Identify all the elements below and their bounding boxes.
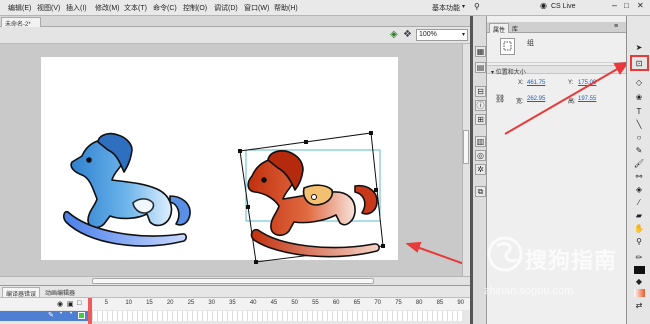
layer-visible-dot[interactable]: • bbox=[60, 311, 62, 317]
frame-number: 80 bbox=[415, 300, 423, 306]
frame-number: 40 bbox=[249, 300, 257, 306]
frame-number: 25 bbox=[187, 300, 195, 306]
frame-number: 90 bbox=[457, 300, 465, 306]
maximize-icon[interactable]: □ bbox=[624, 1, 629, 10]
eraser-tool-icon[interactable]: ▰ bbox=[632, 210, 646, 221]
close-icon[interactable]: ✕ bbox=[637, 1, 644, 10]
eyedropper-tool-icon[interactable]: ⁄ bbox=[632, 197, 646, 208]
frame-number: 70 bbox=[374, 300, 382, 306]
paint-bucket-tool-icon[interactable]: ◈ bbox=[632, 184, 646, 195]
frame-number: 85 bbox=[436, 300, 444, 306]
pencil-tool-icon[interactable]: ✎ bbox=[632, 145, 646, 156]
frame-number: 35 bbox=[229, 300, 236, 306]
horse-red[interactable] bbox=[247, 150, 380, 258]
frame-number: 65 bbox=[353, 300, 361, 306]
swatches-icon[interactable]: ▤ bbox=[475, 62, 486, 73]
frame-number: 55 bbox=[312, 300, 319, 306]
transform-icon[interactable]: ⊞ bbox=[475, 114, 486, 125]
playhead[interactable] bbox=[88, 298, 92, 324]
motion-presets-icon[interactable]: ▥ bbox=[475, 136, 486, 147]
highlight-box bbox=[630, 55, 649, 71]
info-icon[interactable]: ⓘ bbox=[475, 100, 486, 111]
horse-blue[interactable] bbox=[63, 132, 191, 247]
layer-outline-swatch[interactable] bbox=[78, 312, 85, 319]
stage-artwork bbox=[63, 131, 470, 267]
horizontal-scroll-thumb[interactable] bbox=[92, 278, 374, 284]
cs-live-label[interactable]: CS Live bbox=[551, 3, 576, 10]
frame-number: 20 bbox=[166, 300, 174, 306]
swap-colors-icon[interactable]: ⇄ bbox=[632, 300, 646, 311]
frame-strip[interactable] bbox=[88, 311, 462, 321]
oval-tool-icon[interactable]: ○ bbox=[632, 132, 646, 143]
frame-number: 45 bbox=[270, 300, 278, 306]
pencil-icon: ✎ bbox=[48, 312, 54, 319]
frame-number: 15 bbox=[146, 300, 153, 306]
outline-icon[interactable]: □ bbox=[77, 300, 81, 307]
frame-number: 50 bbox=[291, 300, 299, 306]
search-icon[interactable]: ⚲ bbox=[474, 2, 480, 11]
frame-number: 75 bbox=[395, 300, 402, 306]
color-panel-icon[interactable]: ▦ bbox=[475, 46, 486, 57]
frame-number: 5 bbox=[104, 300, 108, 306]
frame-number: 60 bbox=[332, 300, 340, 306]
align-icon[interactable]: ⊟ bbox=[475, 86, 486, 97]
eye-icon[interactable]: ◉ bbox=[57, 300, 63, 308]
cslive-icon: ◉ bbox=[540, 1, 547, 10]
code-snippets-icon[interactable]: ◎ bbox=[475, 150, 486, 161]
gradient-transform-tool-icon[interactable]: ◇ bbox=[632, 77, 646, 88]
components-icon[interactable]: ✲ bbox=[475, 164, 486, 175]
bone-tool-icon[interactable]: ⚯ bbox=[632, 171, 646, 182]
vertical-scroll-thumb[interactable] bbox=[463, 130, 469, 164]
tab-compiler-errors[interactable]: 编译器错误 bbox=[2, 287, 41, 298]
layer-row[interactable]: ✎ • • bbox=[0, 311, 88, 321]
frame-number: 30 bbox=[208, 300, 216, 306]
line-tool-icon[interactable]: ╲ bbox=[632, 119, 646, 130]
layer-lock-dot[interactable]: • bbox=[70, 311, 72, 317]
watermark-url: zhinan.sogou.com bbox=[484, 285, 574, 297]
selection-tool-icon[interactable]: ➤ bbox=[632, 42, 646, 53]
tab-motion-editor[interactable]: 动画编辑器 bbox=[42, 287, 78, 297]
text-tool-icon[interactable]: T bbox=[632, 106, 646, 117]
watermark-brand: 搜狗指南 bbox=[525, 249, 618, 274]
annotation-arrow-stage bbox=[405, 241, 470, 267]
minimize-icon[interactable]: – bbox=[612, 0, 617, 10]
deco-tool-icon[interactable]: ❀ bbox=[632, 92, 646, 103]
brush-tool-icon[interactable]: 🖌 bbox=[632, 158, 646, 169]
frame-number: 10 bbox=[125, 300, 133, 306]
lock-icon[interactable]: ▣ bbox=[67, 300, 74, 308]
history-icon[interactable]: ⧉ bbox=[475, 186, 486, 197]
